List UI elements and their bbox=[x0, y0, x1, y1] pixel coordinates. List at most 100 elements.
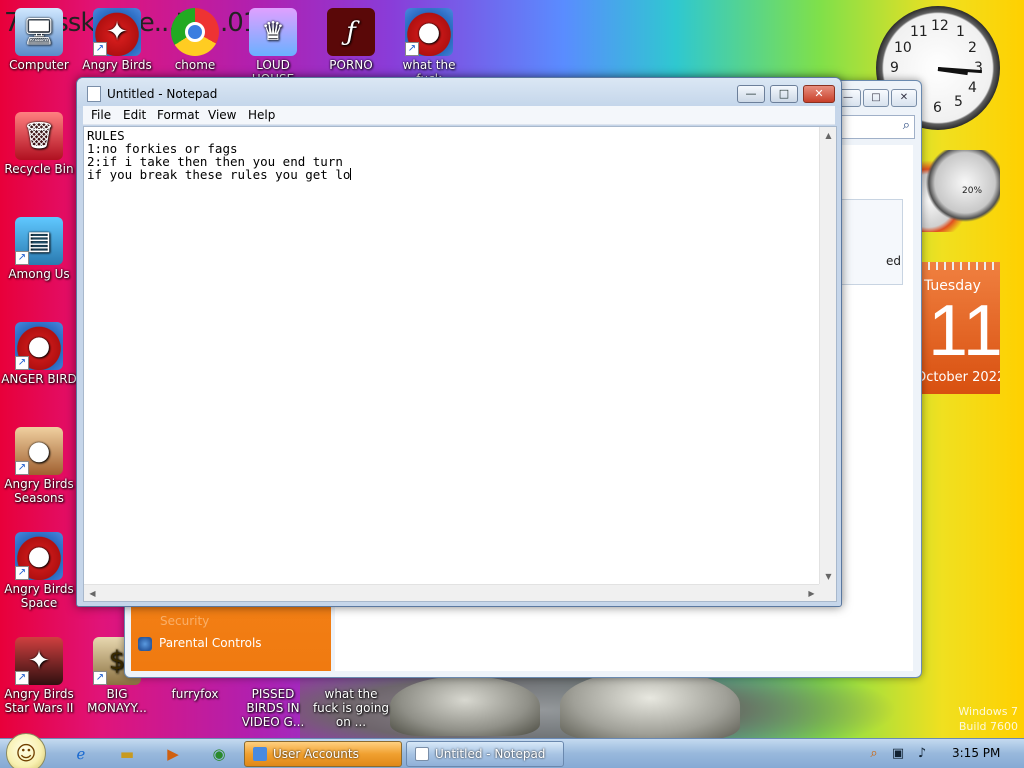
clock-number: 10 bbox=[894, 40, 912, 56]
close-button[interactable]: ✕ bbox=[803, 85, 835, 103]
menu-edit[interactable]: Edit bbox=[123, 108, 146, 122]
clock-number: 9 bbox=[890, 60, 899, 76]
clock-number: 12 bbox=[931, 18, 949, 34]
scroll-up-icon[interactable]: ▲ bbox=[820, 127, 837, 144]
chrome-icon[interactable]: ◉ bbox=[206, 743, 232, 765]
scroll-right-icon[interactable]: ▶ bbox=[803, 585, 820, 602]
scroll-left-icon[interactable]: ◀ bbox=[84, 585, 101, 602]
desktop-icon-label: furryfox bbox=[171, 687, 219, 701]
search-tray-icon[interactable]: ⌕ bbox=[866, 746, 882, 762]
text-caret bbox=[350, 168, 352, 180]
desktop-icon-label: Angry Birds Seasons bbox=[4, 477, 74, 505]
editor-content: RULES 1:no forkies or fags 2:if i take the… bbox=[87, 129, 352, 182]
angry-birds-space-icon: ● ↗ bbox=[15, 532, 63, 580]
editor-line: if you break these rules you get lo bbox=[87, 167, 351, 182]
horizontal-scrollbar[interactable]: ◀ ▶ bbox=[84, 584, 820, 601]
menu-format[interactable]: Format bbox=[157, 108, 199, 122]
vertical-scrollbar[interactable]: ▲ ▼ bbox=[819, 127, 836, 585]
notepad-icon bbox=[415, 747, 429, 761]
menu-help[interactable]: Help bbox=[248, 108, 275, 122]
clock-number: 2 bbox=[968, 40, 977, 56]
scroll-down-icon[interactable]: ▼ bbox=[820, 568, 837, 585]
computer-icon: 🖥 bbox=[15, 8, 63, 56]
angry-birds-seasons-icon: ● ↗ bbox=[15, 427, 63, 475]
taskbar-user-accounts[interactable]: User Accounts bbox=[244, 741, 402, 767]
user-accounts-icon bbox=[253, 747, 267, 761]
flash-icon: ƒ bbox=[327, 8, 375, 56]
menu-file[interactable]: File bbox=[91, 108, 111, 122]
search-icon: ⌕ bbox=[902, 118, 910, 133]
volume-icon[interactable]: ♪ bbox=[914, 746, 930, 762]
meter-percent: 20% bbox=[962, 186, 983, 196]
minimize-button[interactable]: — bbox=[737, 85, 765, 103]
desktop-icon-label: ANGER BIRD bbox=[1, 372, 77, 386]
angry-birds-space-icon: ● ↗ bbox=[405, 8, 453, 56]
desktop-icon-label: Computer bbox=[9, 58, 69, 72]
notepad-titlebar[interactable]: Untitled - Notepad — □ ✕ bbox=[77, 78, 841, 108]
task-label: Untitled - Notepad bbox=[435, 747, 546, 761]
angry-birds-star-wars-icon: ✦ ↗ bbox=[93, 8, 141, 56]
menu-view[interactable]: View bbox=[208, 108, 236, 122]
among-us-icon: ▤ ↗ bbox=[15, 217, 63, 265]
desktop-icon-loud-house[interactable]: ♛ LOUD HOUSE bbox=[234, 8, 312, 86]
internet-explorer-icon[interactable]: ℯ bbox=[68, 743, 94, 765]
desktop-icon-recycle-bin[interactable]: 🗑 Recycle Bin bbox=[0, 112, 78, 176]
shield-icon bbox=[138, 637, 152, 651]
watermark-line: Build 7600 bbox=[958, 720, 1018, 733]
recycle-bin-icon: 🗑 bbox=[15, 112, 63, 160]
desktop-icon-angry-birds[interactable]: ✦ ↗ Angry Birds bbox=[78, 8, 156, 72]
back-window-box: ed bbox=[833, 199, 903, 285]
clock-number: 11 bbox=[910, 24, 928, 40]
side-link-parental-controls[interactable]: Parental Controls bbox=[159, 636, 262, 650]
calendar-day: 11 bbox=[928, 291, 1000, 371]
clock-time[interactable]: 3:15 PM bbox=[952, 746, 1000, 760]
windows-watermark: Windows 7 Build 7600 bbox=[958, 704, 1018, 734]
clock-number: 4 bbox=[968, 80, 977, 96]
back-window-maximize-button[interactable]: □ bbox=[863, 89, 889, 107]
taskbar-notepad[interactable]: Untitled - Notepad bbox=[406, 741, 564, 767]
calendar-rings bbox=[920, 262, 1000, 270]
desktop-icon-label: BIG MONAYY... bbox=[87, 687, 147, 715]
folder-icon[interactable]: ▬ bbox=[114, 743, 140, 765]
desktop-icon-chome[interactable]: chome bbox=[156, 8, 234, 72]
notepad-window[interactable]: Untitled - Notepad — □ ✕ File Edit Forma… bbox=[76, 77, 842, 607]
desktop-icon-angry-birds-space[interactable]: ● ↗ Angry Birds Space bbox=[0, 532, 78, 610]
clock-number: 5 bbox=[954, 94, 963, 110]
desktop-icon-label: PISSED BIRDS IN VIDEO G... bbox=[241, 687, 305, 729]
window-title: Untitled - Notepad bbox=[107, 87, 218, 101]
desktop-icon-angry-birds-seasons[interactable]: ● ↗ Angry Birds Seasons bbox=[0, 427, 78, 505]
desktop-icon-anger-bird[interactable]: ● ↗ ANGER BIRD bbox=[0, 322, 78, 386]
desktop-icon-label: PORNO bbox=[329, 58, 373, 72]
desktop-icon-what-the-fuck[interactable]: ●↗ what the fuck bbox=[390, 8, 468, 86]
start-button[interactable]: ☺ bbox=[6, 733, 46, 768]
editor-line-last: if you break these rules you get lo bbox=[87, 167, 352, 182]
desktop-icon-label: Among Us bbox=[8, 267, 70, 281]
clock-number: 6 bbox=[933, 100, 942, 116]
clock-number: 1 bbox=[956, 24, 965, 40]
taskbar: ☺ ℯ ▬ ▶ ◉ User Accounts Untitled - Notep… bbox=[0, 733, 1024, 768]
text-editor[interactable]: RULES 1:no forkies or fags 2:if i take the… bbox=[83, 126, 837, 602]
task-label: User Accounts bbox=[273, 747, 359, 761]
back-window-search-box[interactable]: ⌕ bbox=[835, 115, 915, 139]
desktop-icon-porno[interactable]: ƒ PORNO bbox=[312, 8, 390, 72]
side-link-security[interactable]: Security bbox=[160, 614, 209, 628]
desktop-icon-label: what the fuck is going on ... bbox=[312, 687, 390, 729]
desktop-icon-label: chome bbox=[174, 58, 216, 72]
desktop-icon-computer[interactable]: 🖥 Computer bbox=[0, 8, 78, 72]
desktop-icon-label: Recycle Bin bbox=[4, 162, 74, 176]
desktop-icon-angry-birds-star-wars-2[interactable]: ✦ ↗ Angry Birds Star Wars II bbox=[0, 637, 78, 715]
maximize-button[interactable]: □ bbox=[770, 85, 798, 103]
desktop-icon-among-us[interactable]: ▤ ↗ Among Us bbox=[0, 217, 78, 281]
clock-number: 3 bbox=[974, 60, 983, 76]
calendar-gadget[interactable]: Tuesday 11 October 2022 bbox=[920, 262, 1000, 394]
notepad-icon bbox=[87, 86, 101, 102]
wallpaper-shoe-left bbox=[390, 676, 540, 736]
angry-birds-icon: ● ↗ bbox=[15, 322, 63, 370]
watermark-line: Windows 7 bbox=[958, 705, 1018, 718]
media-player-icon[interactable]: ▶ bbox=[160, 743, 186, 765]
network-icon[interactable]: ▣ bbox=[890, 746, 906, 762]
scroll-corner bbox=[819, 584, 836, 601]
menu-bar: File Edit Format View Help bbox=[83, 106, 835, 125]
back-window-close-button[interactable]: ✕ bbox=[891, 89, 917, 107]
chrome-icon bbox=[171, 8, 219, 56]
